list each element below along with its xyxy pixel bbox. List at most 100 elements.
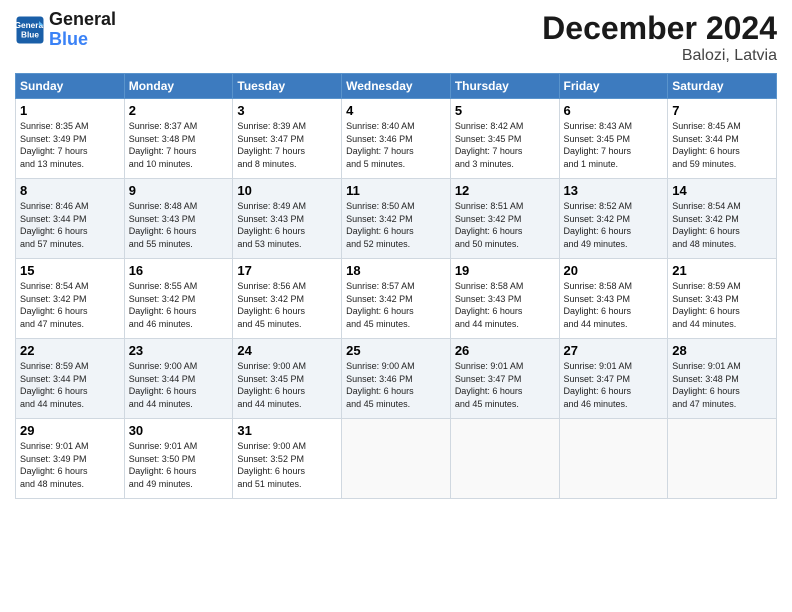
day-header-monday: Monday	[124, 74, 233, 99]
calendar-cell: 13 Sunrise: 8:52 AMSunset: 3:42 PMDayligh…	[559, 179, 668, 259]
calendar-cell: 6 Sunrise: 8:43 AMSunset: 3:45 PMDaylight…	[559, 99, 668, 179]
header-row: SundayMondayTuesdayWednesdayThursdayFrid…	[16, 74, 777, 99]
day-info: Sunrise: 8:56 AMSunset: 3:42 PMDaylight:…	[237, 280, 337, 330]
calendar-cell: 12 Sunrise: 8:51 AMSunset: 3:42 PMDayligh…	[450, 179, 559, 259]
calendar-cell: 9Sunrise: 8:48 AMSunset: 3:43 PMDaylight…	[124, 179, 233, 259]
day-number: 29	[20, 423, 120, 438]
calendar-cell	[342, 419, 451, 499]
calendar-cell: 28 Sunrise: 9:01 AMSunset: 3:48 PMDayligh…	[668, 339, 777, 419]
day-info: Sunrise: 8:58 AMSunset: 3:43 PMDaylight:…	[455, 280, 555, 330]
calendar-cell: 11Sunrise: 8:50 AMSunset: 3:42 PMDayligh…	[342, 179, 451, 259]
week-row-3: 15 Sunrise: 8:54 AMSunset: 3:42 PMDayligh…	[16, 259, 777, 339]
day-info: Sunrise: 8:42 AMSunset: 3:45 PMDaylight:…	[455, 120, 555, 170]
day-info: Sunrise: 8:49 AMSunset: 3:43 PMDaylight:…	[237, 200, 337, 250]
calendar-cell: 5 Sunrise: 8:42 AMSunset: 3:45 PMDaylight…	[450, 99, 559, 179]
day-number: 7	[672, 103, 772, 118]
day-info: Sunrise: 8:57 AMSunset: 3:42 PMDaylight:…	[346, 280, 446, 330]
day-info: Sunrise: 8:50 AMSunset: 3:42 PMDaylight:…	[346, 200, 446, 250]
day-info: Sunrise: 8:54 AMSunset: 3:42 PMDaylight:…	[672, 200, 772, 250]
day-number: 17	[237, 263, 337, 278]
day-header-saturday: Saturday	[668, 74, 777, 99]
day-number: 12	[455, 183, 555, 198]
day-number: 9	[129, 183, 229, 198]
calendar-cell: 27Sunrise: 9:01 AMSunset: 3:47 PMDayligh…	[559, 339, 668, 419]
day-info: Sunrise: 8:58 AMSunset: 3:43 PMDaylight:…	[564, 280, 664, 330]
day-number: 15	[20, 263, 120, 278]
subtitle: Balozi, Latvia	[542, 47, 777, 65]
day-info: Sunrise: 9:00 AMSunset: 3:46 PMDaylight:…	[346, 360, 446, 410]
week-row-5: 29 Sunrise: 9:01 AMSunset: 3:49 PMDayligh…	[16, 419, 777, 499]
day-number: 6	[564, 103, 664, 118]
day-number: 21	[672, 263, 772, 278]
calendar-cell: 26 Sunrise: 9:01 AMSunset: 3:47 PMDayligh…	[450, 339, 559, 419]
day-number: 22	[20, 343, 120, 358]
calendar-cell: 25 Sunrise: 9:00 AMSunset: 3:46 PMDayligh…	[342, 339, 451, 419]
day-info: Sunrise: 8:59 AMSunset: 3:44 PMDaylight:…	[20, 360, 120, 410]
day-number: 30	[129, 423, 229, 438]
day-info: Sunrise: 8:59 AMSunset: 3:43 PMDaylight:…	[672, 280, 772, 330]
day-header-wednesday: Wednesday	[342, 74, 451, 99]
calendar-cell: 30 Sunrise: 9:01 AMSunset: 3:50 PMDayligh…	[124, 419, 233, 499]
calendar-cell: 14Sunrise: 8:54 AMSunset: 3:42 PMDayligh…	[668, 179, 777, 259]
day-header-friday: Friday	[559, 74, 668, 99]
calendar-cell: 15 Sunrise: 8:54 AMSunset: 3:42 PMDayligh…	[16, 259, 125, 339]
day-number: 23	[129, 343, 229, 358]
day-number: 3	[237, 103, 337, 118]
week-row-4: 22 Sunrise: 8:59 AMSunset: 3:44 PMDayligh…	[16, 339, 777, 419]
day-header-thursday: Thursday	[450, 74, 559, 99]
header: General Blue General Blue December 2024 …	[15, 10, 777, 65]
day-info: Sunrise: 8:54 AMSunset: 3:42 PMDaylight:…	[20, 280, 120, 330]
day-info: Sunrise: 9:01 AMSunset: 3:50 PMDaylight:…	[129, 440, 229, 490]
day-number: 10	[237, 183, 337, 198]
day-info: Sunrise: 8:52 AMSunset: 3:42 PMDaylight:…	[564, 200, 664, 250]
day-number: 20	[564, 263, 664, 278]
day-number: 24	[237, 343, 337, 358]
main-title: December 2024	[542, 10, 777, 47]
logo-text: General Blue	[49, 10, 116, 50]
day-info: Sunrise: 9:01 AMSunset: 3:47 PMDaylight:…	[564, 360, 664, 410]
calendar-cell: 3Sunrise: 8:39 AMSunset: 3:47 PMDaylight…	[233, 99, 342, 179]
day-info: Sunrise: 9:01 AMSunset: 3:49 PMDaylight:…	[20, 440, 120, 490]
logo-icon: General Blue	[15, 15, 45, 45]
calendar-cell: 24 Sunrise: 9:00 AMSunset: 3:45 PMDayligh…	[233, 339, 342, 419]
page: General Blue General Blue December 2024 …	[0, 0, 792, 612]
day-number: 13	[564, 183, 664, 198]
calendar-cell: 10 Sunrise: 8:49 AMSunset: 3:43 PMDayligh…	[233, 179, 342, 259]
calendar-cell: 7Sunrise: 8:45 AMSunset: 3:44 PMDaylight…	[668, 99, 777, 179]
day-number: 26	[455, 343, 555, 358]
day-info: Sunrise: 9:00 AMSunset: 3:45 PMDaylight:…	[237, 360, 337, 410]
day-number: 19	[455, 263, 555, 278]
calendar-cell: 23 Sunrise: 9:00 AMSunset: 3:44 PMDayligh…	[124, 339, 233, 419]
week-row-2: 8 Sunrise: 8:46 AMSunset: 3:44 PMDaylight…	[16, 179, 777, 259]
day-info: Sunrise: 8:35 AMSunset: 3:49 PMDaylight:…	[20, 120, 120, 170]
day-number: 18	[346, 263, 446, 278]
day-header-tuesday: Tuesday	[233, 74, 342, 99]
day-number: 31	[237, 423, 337, 438]
title-block: December 2024 Balozi, Latvia	[542, 10, 777, 65]
day-number: 5	[455, 103, 555, 118]
calendar-cell: 21 Sunrise: 8:59 AMSunset: 3:43 PMDayligh…	[668, 259, 777, 339]
calendar-cell: 8 Sunrise: 8:46 AMSunset: 3:44 PMDaylight…	[16, 179, 125, 259]
calendar-cell	[559, 419, 668, 499]
calendar-cell: 22 Sunrise: 8:59 AMSunset: 3:44 PMDayligh…	[16, 339, 125, 419]
day-number: 28	[672, 343, 772, 358]
day-number: 4	[346, 103, 446, 118]
calendar-cell: 31Sunrise: 9:00 AMSunset: 3:52 PMDayligh…	[233, 419, 342, 499]
calendar-table: SundayMondayTuesdayWednesdayThursdayFrid…	[15, 73, 777, 499]
day-info: Sunrise: 8:37 AMSunset: 3:48 PMDaylight:…	[129, 120, 229, 170]
svg-text:Blue: Blue	[21, 30, 39, 39]
calendar-cell: 20 Sunrise: 8:58 AMSunset: 3:43 PMDayligh…	[559, 259, 668, 339]
calendar-cell: 1Sunrise: 8:35 AMSunset: 3:49 PMDaylight…	[16, 99, 125, 179]
day-info: Sunrise: 8:43 AMSunset: 3:45 PMDaylight:…	[564, 120, 664, 170]
day-number: 25	[346, 343, 446, 358]
day-number: 8	[20, 183, 120, 198]
day-info: Sunrise: 9:00 AMSunset: 3:44 PMDaylight:…	[129, 360, 229, 410]
day-number: 2	[129, 103, 229, 118]
day-info: Sunrise: 8:40 AMSunset: 3:46 PMDaylight:…	[346, 120, 446, 170]
day-info: Sunrise: 9:01 AMSunset: 3:47 PMDaylight:…	[455, 360, 555, 410]
calendar-cell	[450, 419, 559, 499]
day-info: Sunrise: 8:51 AMSunset: 3:42 PMDaylight:…	[455, 200, 555, 250]
calendar-cell: 18 Sunrise: 8:57 AMSunset: 3:42 PMDayligh…	[342, 259, 451, 339]
day-info: Sunrise: 8:46 AMSunset: 3:44 PMDaylight:…	[20, 200, 120, 250]
day-info: Sunrise: 9:01 AMSunset: 3:48 PMDaylight:…	[672, 360, 772, 410]
